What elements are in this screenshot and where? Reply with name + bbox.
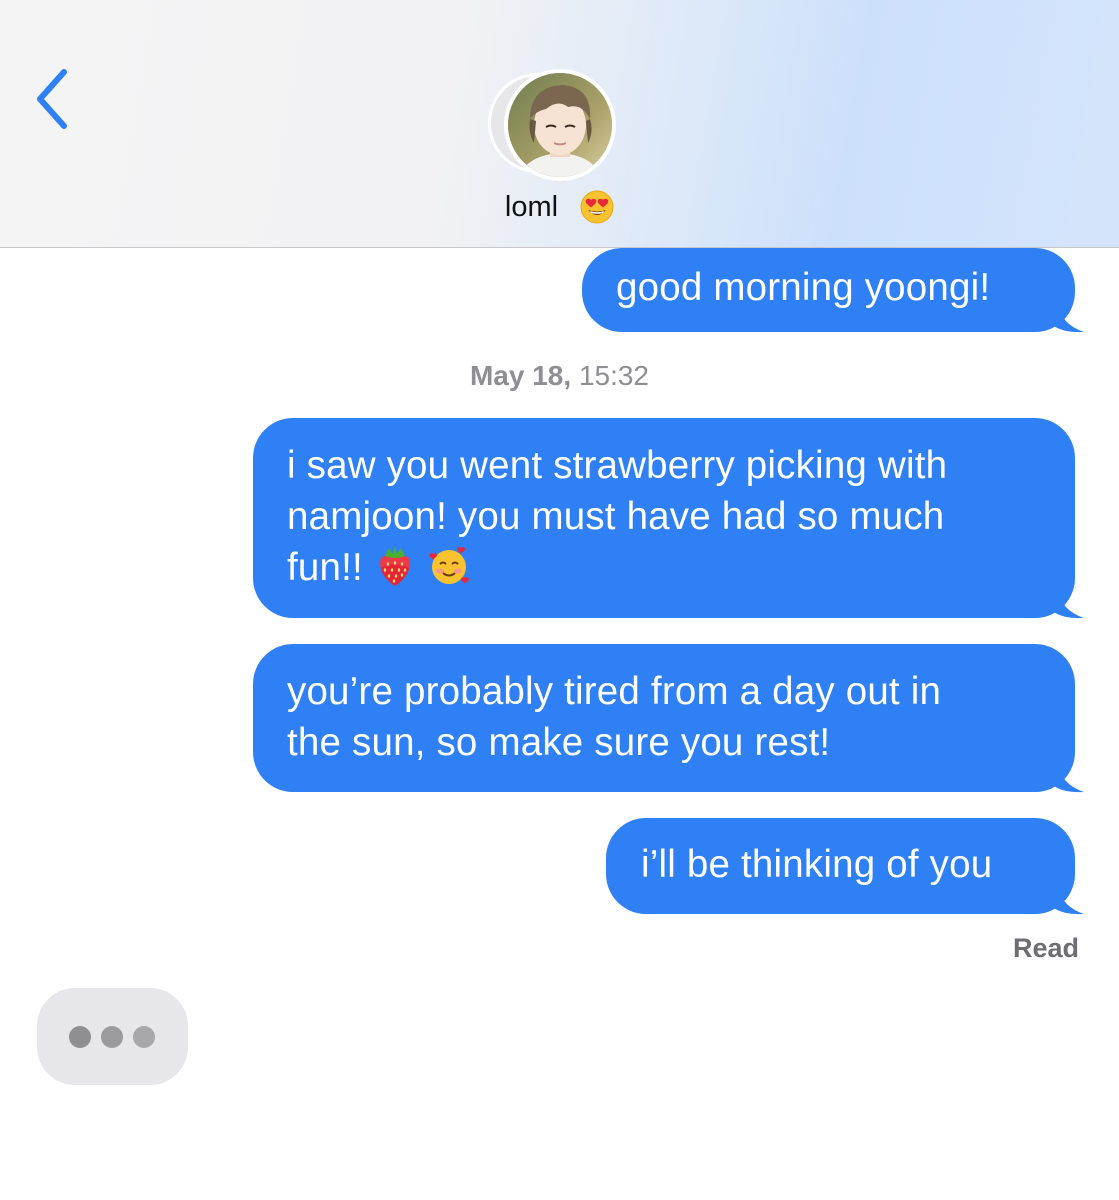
conversation-header: loml (0, 0, 1119, 248)
bubble-tail-icon (1054, 884, 1084, 915)
contact-name: loml (504, 190, 559, 223)
avatar (504, 69, 616, 181)
message-text: you’re probably tired from a day out in (287, 670, 942, 713)
strawberry-emoji-icon (373, 544, 417, 588)
bubble-tail-icon (1054, 762, 1084, 793)
read-receipt: Read (1012, 933, 1079, 963)
bubble-tail-icon (1054, 588, 1084, 619)
message-timestamp: May 18, 15:32 (0, 360, 1119, 392)
typing-dot (133, 1026, 155, 1048)
contact-name-button[interactable]: loml (0, 190, 1119, 224)
message-text: good morning yoongi! (616, 266, 991, 309)
typing-indicator (37, 988, 188, 1085)
typing-dot (101, 1026, 123, 1048)
message-text: i saw you went strawberry picking with (287, 444, 948, 487)
message-text-with-emoji: fun!! (287, 542, 1075, 593)
imessage-conversation: loml good morning yoongi! May 18, 15:32 (0, 0, 1119, 1200)
sent-message-bubble[interactable]: good morning yoongi! (582, 248, 1084, 333)
back-button[interactable] (30, 66, 76, 132)
message-text: i’ll be thinking of you (641, 843, 993, 886)
bubble-tail-icon (1054, 302, 1084, 333)
message-text: the sun, so make sure you rest! (287, 721, 831, 764)
sent-message-bubble[interactable]: you’re probably tired from a day out in … (253, 644, 1084, 793)
sent-message-bubble[interactable]: i saw you went strawberry picking with n… (253, 418, 1084, 619)
chevron-left-icon (37, 69, 67, 129)
sent-message-bubble[interactable]: i’ll be thinking of you (606, 818, 1084, 915)
message-text: namjoon! you must have had so much (287, 495, 945, 538)
smiling-face-with-hearts-emoji-icon (427, 544, 471, 588)
heart-eyes-emoji-icon (580, 190, 614, 224)
timestamp-date: May 18, (469, 360, 572, 391)
timestamp-time: 15:32 (578, 360, 650, 391)
typing-dot (69, 1026, 91, 1048)
message-text: fun!! (287, 546, 363, 589)
contact-avatar-button[interactable] (488, 69, 630, 181)
